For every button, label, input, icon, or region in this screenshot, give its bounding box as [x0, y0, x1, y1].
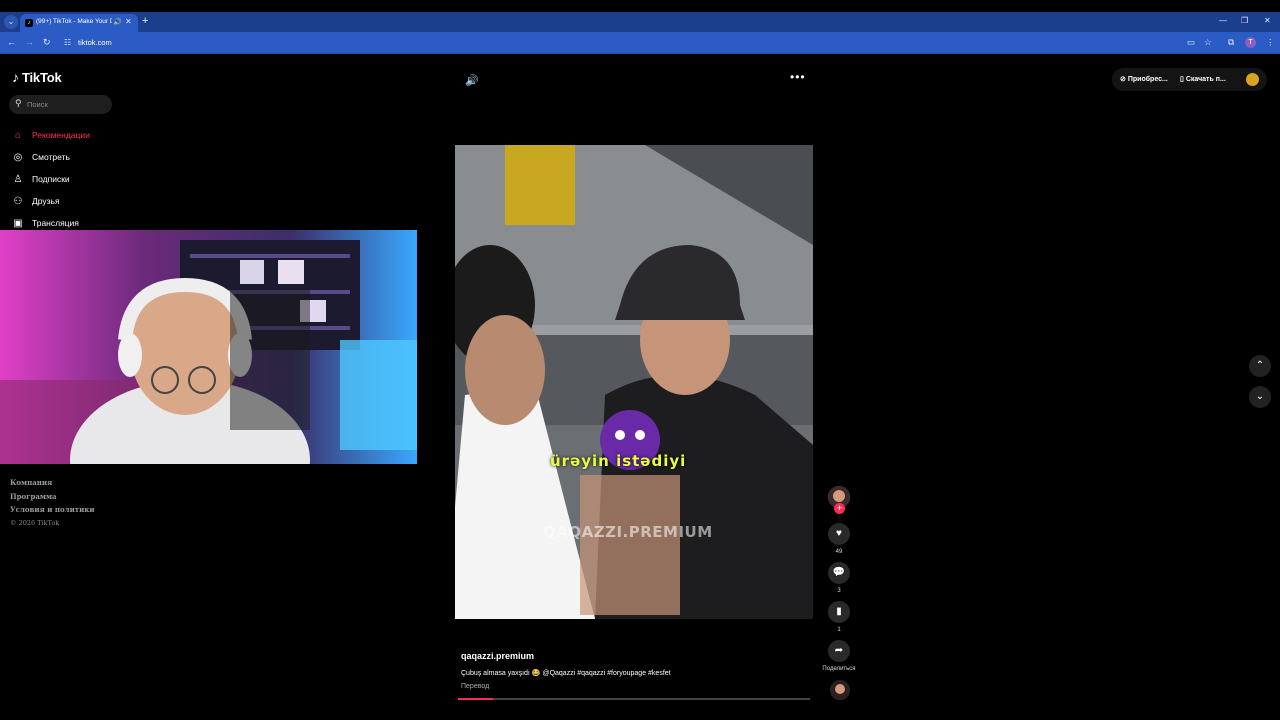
- share-label: Поделиться: [822, 666, 856, 672]
- follow-button[interactable]: +: [834, 503, 845, 514]
- video-caption: Çubuş almasa yaxşıdı 😂 @Qaqazzi #qaqazzi…: [461, 670, 671, 677]
- logo-text: TikTok: [22, 69, 62, 85]
- volume-icon[interactable]: 🔊: [465, 74, 479, 87]
- tiktok-note-icon: ♪: [12, 69, 19, 85]
- previous-video-button[interactable]: ⌃: [1249, 355, 1271, 377]
- chevron-down-icon: ⌄: [1255, 391, 1265, 402]
- reload-icon[interactable]: ↻: [43, 37, 51, 48]
- share-button[interactable]: ➦: [828, 640, 850, 662]
- bookmark-star-icon[interactable]: ☆: [1204, 37, 1212, 48]
- tab-title: (99+) TikTok - Make Your Day: [36, 18, 112, 25]
- site-info-icon[interactable]: ☷: [64, 38, 73, 47]
- browser-tab[interactable]: ♪ (99+) TikTok - Make Your Day 🔊 ✕: [20, 14, 138, 32]
- forward-arrow-icon[interactable]: →: [25, 37, 34, 47]
- friends-icon: ⚇: [13, 195, 23, 207]
- sidebar-item-label: Друзья: [32, 196, 60, 206]
- sidebar-nav: ⌂ Рекомендации ◎ Смотреть ♙ Подписки ⚇ Д…: [12, 124, 132, 234]
- sidebar-footer: Компания Программа Условия и политики © …: [10, 478, 95, 527]
- close-icon[interactable]: ✕: [125, 17, 132, 26]
- sidebar-item-label: Смотреть: [32, 152, 70, 162]
- sidebar-item-explore[interactable]: ◎ Смотреть: [12, 146, 132, 168]
- sidebar-item-label: Трансляция: [32, 218, 79, 228]
- address-bar: ← → ↻ ☷ tiktok.com ▭ ☆ ⧉ T ⋮: [0, 32, 1280, 54]
- get-coins-button[interactable]: ⊘ Приобрес...: [1120, 75, 1168, 83]
- back-arrow-icon[interactable]: ←: [7, 37, 16, 47]
- tab-search-button[interactable]: ⌄: [4, 15, 18, 29]
- share-arrow-icon: ➦: [834, 645, 844, 656]
- like-count: 49: [835, 549, 843, 555]
- comment-button[interactable]: 💬: [828, 562, 850, 584]
- video-overlay-text: ürəyin istədiyi: [550, 452, 687, 470]
- video-frame: [455, 145, 813, 619]
- top-right-actions: ⊘ Приобрес... ▯ Скачать п...: [1112, 68, 1267, 91]
- search-input[interactable]: ⚲ Поиск: [9, 95, 112, 114]
- heart-icon: ♥: [836, 528, 842, 539]
- live-icon: ▣: [13, 217, 23, 229]
- download-app-label: Скачать п...: [1185, 76, 1226, 83]
- next-video-button[interactable]: ⌄: [1249, 386, 1271, 408]
- home-icon: ⌂: [14, 129, 22, 141]
- get-coins-label: Приобрес...: [1127, 76, 1168, 83]
- video-progress-fill: [458, 698, 494, 700]
- window-close-button[interactable]: ✕: [1264, 16, 1271, 25]
- profile-avatar[interactable]: T: [1245, 37, 1256, 48]
- footer-link-company[interactable]: Компания: [10, 478, 95, 492]
- minimize-button[interactable]: —: [1219, 16, 1227, 25]
- comment-count: 3: [837, 588, 841, 594]
- bookmark-icon: ▮: [836, 606, 842, 617]
- compass-icon: ◎: [13, 151, 23, 163]
- chevron-up-icon: ⌃: [1255, 360, 1265, 371]
- tiktok-favicon-icon: ♪: [25, 19, 33, 27]
- footer-link-program[interactable]: Программа: [10, 492, 95, 506]
- browser-menu-icon[interactable]: ⋮: [1266, 37, 1275, 48]
- sidebar-item-label: Рекомендации: [32, 130, 90, 140]
- sidebar-item-recommended[interactable]: ⌂ Рекомендации: [12, 124, 132, 146]
- translate-link[interactable]: Перевод: [461, 683, 489, 690]
- extensions-icon[interactable]: ⧉: [1228, 37, 1234, 48]
- comment-icon: 💬: [832, 567, 846, 578]
- cast-icon[interactable]: ▭: [1187, 37, 1195, 48]
- tiktok-logo[interactable]: ♪ TikTok: [12, 69, 62, 85]
- save-button[interactable]: ▮: [828, 601, 850, 623]
- footer-link-terms[interactable]: Условия и политики: [10, 505, 95, 519]
- video-progress-bar[interactable]: [458, 698, 810, 700]
- speaker-icon[interactable]: 🔊: [113, 18, 122, 26]
- more-options-icon[interactable]: •••: [790, 70, 806, 84]
- tab-bar: ⌄ ♪ (99+) TikTok - Make Your Day 🔊 ✕ + —…: [0, 12, 1280, 32]
- following-icon: ♙: [13, 173, 23, 185]
- like-button[interactable]: ♥: [828, 523, 850, 545]
- music-disc[interactable]: [830, 680, 850, 700]
- new-tab-button[interactable]: +: [142, 15, 148, 27]
- search-icon: ⚲: [15, 98, 22, 108]
- sidebar-item-following[interactable]: ♙ Подписки: [12, 168, 132, 190]
- music-disc-image: [830, 680, 850, 700]
- download-app-button[interactable]: ▯ Скачать п...: [1180, 75, 1226, 83]
- phone-icon: ▯: [1180, 76, 1184, 83]
- video-player[interactable]: ürəyin istədiyi QAQAZZI.PREMIUM: [455, 145, 813, 619]
- search-placeholder: Поиск: [27, 100, 48, 109]
- url-field[interactable]: tiktok.com: [78, 38, 112, 47]
- webcam-image: [0, 230, 417, 464]
- video-watermark: QAQAZZI.PREMIUM: [543, 523, 713, 541]
- save-count: 1: [837, 627, 841, 633]
- webcam-overlay: [0, 230, 417, 464]
- sidebar-item-friends[interactable]: ⚇ Друзья: [12, 190, 132, 212]
- coins-icon: ⊘: [1120, 76, 1126, 83]
- user-avatar[interactable]: [1246, 73, 1259, 86]
- sidebar-item-label: Подписки: [32, 174, 70, 184]
- window-top-strip: [0, 0, 1280, 12]
- video-author[interactable]: qaqazzi.premium: [461, 651, 534, 661]
- copyright: © 2026 TikTok: [10, 518, 60, 527]
- restore-button[interactable]: ❐: [1241, 16, 1248, 25]
